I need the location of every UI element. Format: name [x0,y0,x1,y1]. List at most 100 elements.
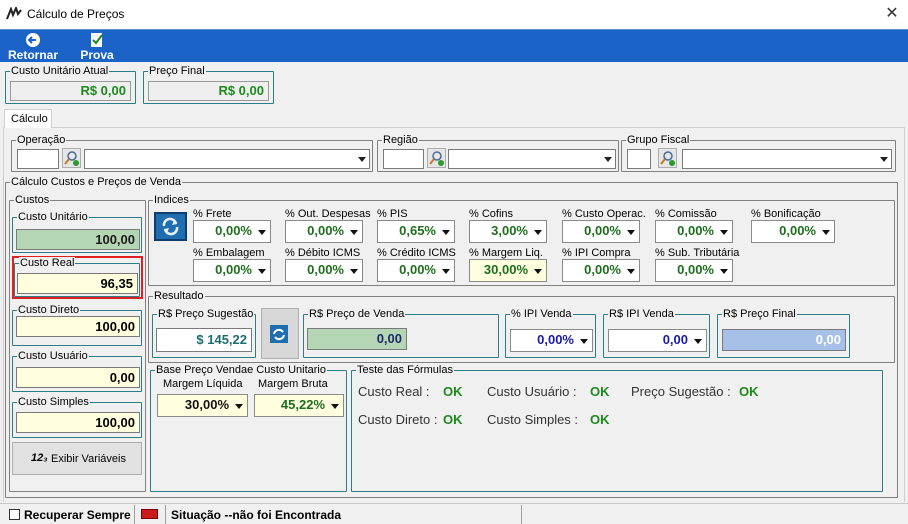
base-preco-group: Base Preço Vendae Custo Unitario Margem … [150,364,347,492]
indice-value: 0,00% [307,262,344,277]
regiao-group: Região [377,134,619,172]
operacao-code-input[interactable] [17,149,59,169]
chevron-down-icon [694,339,702,344]
regiao-code-input[interactable] [383,149,424,169]
grupo-fiscal-search-button[interactable] [658,148,677,168]
indice-select[interactable]: 3,00% [469,220,547,243]
indice-label: % Sub. Tributária [655,247,740,259]
back-button[interactable]: Retornar [4,30,62,63]
chevron-down-icon [358,157,366,162]
margem-liquida-select[interactable]: 30,00% [157,394,248,417]
prova-button[interactable]: Prova [78,30,116,63]
indice-select[interactable]: 0,00% [193,220,271,243]
recalc-button[interactable] [154,212,187,241]
resultado-title: Resultado [153,290,205,303]
custo-real-group: Custo Real 96,35 [14,257,140,297]
situacao-text: Situação --não foi Encontrada [171,508,342,522]
chevron-down-icon [442,269,450,274]
indice-value: 0,00% [677,223,714,238]
margem-liquida-value: 30,00% [184,397,229,412]
preco-venda-label: R$ Preço de Venda [308,308,406,321]
chevron-down-icon [350,269,358,274]
teste-custo-simples-status: OK [590,412,610,427]
grupo-fiscal-code-input[interactable] [627,149,651,169]
indice-select[interactable]: 30,00% [469,259,547,282]
search-icon [429,151,444,166]
indice-label: % Crédito ICMS [377,247,456,259]
indice-label: % Cofins [469,208,514,220]
indice-value: 0,00% [584,223,621,238]
custo-usuario-label: Custo Usuário [17,350,89,363]
preco-final-resultado-group: R$ Preço Final 0,00 [717,308,850,358]
indice-value: 0,00% [584,262,621,277]
indices-title: Indices [153,194,190,207]
indice-value: 0,00% [307,223,344,238]
indice-label: % Comissão [655,208,717,220]
operacao-select[interactable] [84,149,370,169]
custo-simples-group: Custo Simples 100,00 [12,396,142,438]
apply-suggestion-button[interactable] [261,308,299,359]
custo-direto-group: Custo Direto 100,00 [12,304,142,346]
indice-label: % Débito ICMS [285,247,361,259]
regiao-search-button[interactable] [427,148,446,168]
chevron-down-icon [720,230,728,235]
operacao-group: Operação [11,134,373,172]
ipi-venda-pct-select[interactable]: 0,00% [510,329,593,352]
preco-sugestao-group: R$ Preço Sugestão $ 145,22 [152,308,256,358]
custo-usuario-value[interactable]: 0,00 [16,367,140,388]
indice-select[interactable]: 0,00% [285,259,363,282]
margem-bruta-select[interactable]: 45,22% [254,394,344,417]
ipi-venda-rs-label: R$ IPI Venda [608,308,675,321]
custo-simples-value[interactable]: 100,00 [16,412,140,433]
recuperar-checkbox[interactable] [9,509,20,520]
base-preco-title: Base Preço Vendae Custo Unitario [155,364,327,377]
tab-calculo[interactable]: Cálculo [4,109,52,128]
operacao-label: Operação [16,134,67,147]
operacao-search-button[interactable] [62,148,81,168]
indice-select[interactable]: 0,00% [285,220,363,243]
exibir-variaveis-button[interactable]: 12₃ Exibir Variáveis [12,442,142,475]
ipi-venda-rs-value: 0,00 [662,332,688,347]
search-icon [64,151,79,166]
teste-formulas-title: Teste das Fórmulas [356,364,454,377]
check-document-icon [91,33,103,47]
chevron-down-icon [720,269,728,274]
indice-select[interactable]: 0,00% [562,220,640,243]
custo-usuario-group: Custo Usuário 0,00 [12,350,142,392]
teste-preco-sugestao-status: OK [739,384,759,399]
indice-select[interactable]: 0,00% [562,259,640,282]
indice-value: 0,65% [399,223,436,238]
close-icon[interactable]: ✕ [882,3,902,23]
chevron-down-icon [258,269,266,274]
tab-calculo-label: Cálculo [11,113,48,125]
custo-real-value[interactable]: 96,35 [17,273,138,294]
chevron-down-icon [880,157,888,162]
preco-final-group: Preço Final R$ 0,00 [143,65,274,104]
teste-custo-direto-label: Custo Direto : [358,412,438,427]
margem-liquida-label: Margem Líquida [163,378,243,390]
indice-label: % Embalagem [193,247,265,259]
custo-unitario-atual-group: Custo Unitário Atual R$ 0,00 [5,65,136,104]
regiao-select[interactable] [448,149,616,169]
chevron-down-icon [534,230,542,235]
custo-unitario-atual-label: Custo Unitário Atual [10,65,110,78]
indice-select[interactable]: 0,00% [193,259,271,282]
recuperar-label: Recuperar Sempre [24,508,131,522]
teste-preco-sugestao-label: Preço Sugestão : [631,384,731,399]
chevron-down-icon [350,230,358,235]
indice-select[interactable]: 0,00% [751,220,835,243]
teste-custo-real-label: Custo Real : [358,384,430,399]
indice-select[interactable]: 0,00% [655,220,733,243]
custo-unitario-label: Custo Unitário [17,211,89,224]
indice-select[interactable]: 0,65% [377,220,455,243]
indice-select[interactable]: 0,00% [655,259,733,282]
preco-venda-value[interactable]: 0,00 [307,328,407,350]
ipi-venda-rs-select[interactable]: 0,00 [608,329,707,352]
custo-direto-value[interactable]: 100,00 [16,316,140,337]
grupo-fiscal-select[interactable] [682,149,892,169]
grupo-fiscal-label: Grupo Fiscal [626,134,691,147]
chevron-down-icon [627,269,635,274]
teste-custo-simples-label: Custo Simples : [487,412,579,427]
chevron-down-icon [580,339,588,344]
indice-select[interactable]: 0,00% [377,259,455,282]
